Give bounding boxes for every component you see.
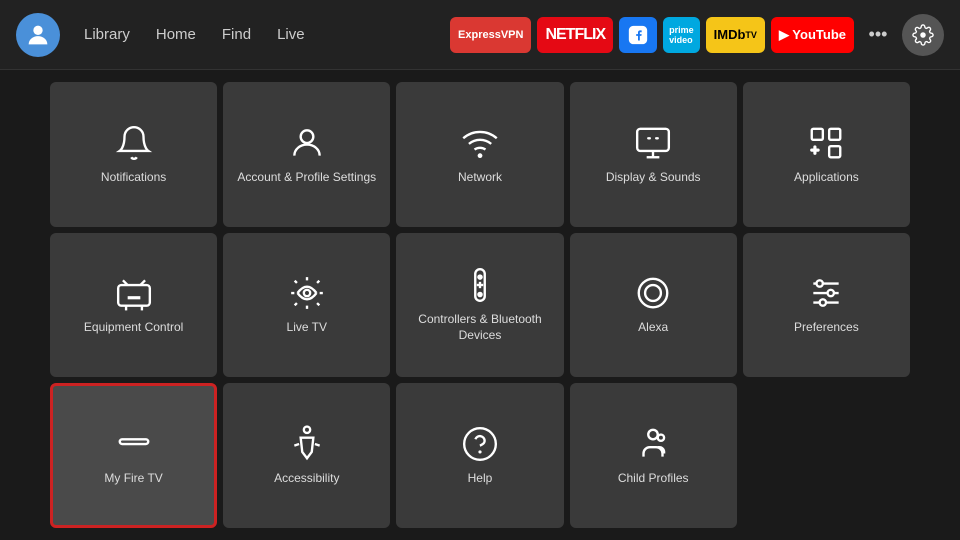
- tile-preferences-label: Preferences: [794, 320, 859, 336]
- tile-accessibility[interactable]: Accessibility: [223, 383, 390, 528]
- nav-home[interactable]: Home: [146, 20, 206, 49]
- app-prime[interactable]: primevideo: [663, 17, 700, 53]
- app-youtube[interactable]: ▶ YouTube: [771, 17, 854, 53]
- tile-firetv-label: My Fire TV: [104, 471, 162, 487]
- nav-apps: ExpressVPN NETFLIX primevideo IMDbTV ▶ Y…: [450, 14, 944, 56]
- tile-display-label: Display & Sounds: [606, 170, 701, 186]
- tile-alexa-label: Alexa: [638, 320, 668, 336]
- app-fbwatch[interactable]: [619, 17, 657, 53]
- accessibility-icon: [288, 425, 326, 463]
- settings-main: Notifications Account & Profile Settings…: [0, 70, 960, 540]
- tile-network-label: Network: [458, 170, 502, 186]
- settings-grid: Notifications Account & Profile Settings…: [50, 82, 910, 528]
- more-apps-button[interactable]: •••: [860, 17, 896, 53]
- app-netflix[interactable]: NETFLIX: [537, 17, 613, 53]
- tile-my-fire-tv[interactable]: My Fire TV: [50, 383, 217, 528]
- tile-equipment-control[interactable]: Equipment Control: [50, 233, 217, 378]
- tile-applications[interactable]: Applications: [743, 82, 910, 227]
- tile-help[interactable]: Help: [396, 383, 563, 528]
- tile-preferences[interactable]: Preferences: [743, 233, 910, 378]
- tile-account-label: Account & Profile Settings: [237, 170, 376, 186]
- bell-icon: [115, 124, 153, 162]
- nav-library[interactable]: Library: [74, 20, 140, 49]
- tile-child-profiles[interactable]: Child Profiles: [570, 383, 737, 528]
- tile-account-profile[interactable]: Account & Profile Settings: [223, 82, 390, 227]
- apps-icon: [807, 124, 845, 162]
- tile-child-profiles-label: Child Profiles: [618, 471, 689, 487]
- tile-equipment-label: Equipment Control: [84, 320, 183, 336]
- tile-help-label: Help: [468, 471, 493, 487]
- alexa-icon: [634, 274, 672, 312]
- top-nav: Library Home Find Live ExpressVPN NETFLI…: [0, 0, 960, 70]
- nav-live[interactable]: Live: [267, 20, 315, 49]
- tile-display-sounds[interactable]: Display & Sounds: [570, 82, 737, 227]
- wifi-icon: [461, 124, 499, 162]
- tile-applications-label: Applications: [794, 170, 859, 186]
- user-avatar[interactable]: [16, 13, 60, 57]
- firetv-icon: [115, 425, 153, 463]
- nav-links: Library Home Find Live: [74, 20, 315, 49]
- nav-find[interactable]: Find: [212, 20, 261, 49]
- tile-network[interactable]: Network: [396, 82, 563, 227]
- child-icon: [634, 425, 672, 463]
- settings-nav-button[interactable]: [902, 14, 944, 56]
- tile-controllers-bluetooth[interactable]: Controllers & Bluetooth Devices: [396, 233, 563, 378]
- tile-alexa[interactable]: Alexa: [570, 233, 737, 378]
- tv-icon: [115, 274, 153, 312]
- remote-icon: [461, 266, 499, 304]
- app-expressvpn[interactable]: ExpressVPN: [450, 17, 531, 53]
- tile-controllers-label: Controllers & Bluetooth Devices: [406, 312, 553, 343]
- tile-notifications-label: Notifications: [101, 170, 166, 186]
- display-icon: [634, 124, 672, 162]
- livetv-icon: [288, 274, 326, 312]
- tile-live-tv[interactable]: Live TV: [223, 233, 390, 378]
- sliders-icon: [807, 274, 845, 312]
- tile-accessibility-label: Accessibility: [274, 471, 339, 487]
- tile-notifications[interactable]: Notifications: [50, 82, 217, 227]
- tile-livetv-label: Live TV: [287, 320, 327, 336]
- app-imdb[interactable]: IMDbTV: [706, 17, 765, 53]
- help-icon: [461, 425, 499, 463]
- person-icon: [288, 124, 326, 162]
